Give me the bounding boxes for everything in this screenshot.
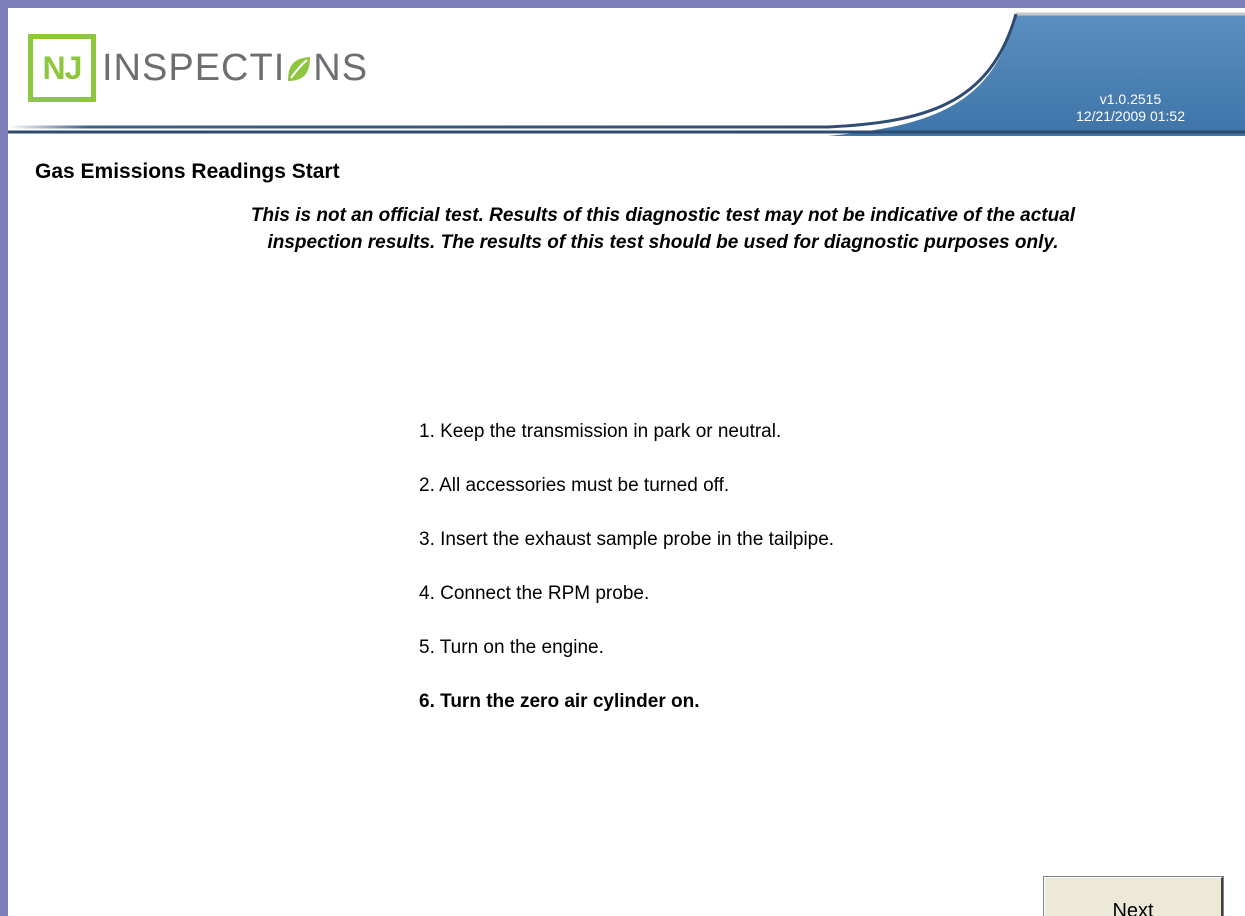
session-datetime: 12/21/2009 01:52 bbox=[1076, 108, 1185, 124]
nj-inspections-logo: NJ INSPECTI NS bbox=[28, 31, 368, 105]
header-banner: NJ INSPECTI NS v1.0.2515 12/21/2009 01:5… bbox=[8, 8, 1245, 136]
step-item: 4. Connect the RPM probe. bbox=[419, 583, 650, 604]
logo-nj-text: NJ bbox=[42, 49, 83, 86]
version-number: v1.0.2515 bbox=[1099, 91, 1162, 107]
instruction-steps: 1. Keep the transmission in park or neut… bbox=[419, 417, 834, 741]
leaf-icon bbox=[288, 57, 311, 81]
version-info: v1.0.2515 12/21/2009 01:52 bbox=[1076, 91, 1185, 125]
logo-wordmark: INSPECTI NS bbox=[102, 47, 368, 90]
page-title: Gas Emissions Readings Start bbox=[35, 160, 340, 183]
step-item: 2. All accessories must be turned off. bbox=[419, 475, 730, 496]
logo-text-before: INSPECTI bbox=[102, 46, 286, 89]
step-item: 1. Keep the transmission in park or neut… bbox=[419, 421, 782, 442]
logo-nj-box: NJ bbox=[28, 34, 96, 102]
disclaimer-text: This is not an official test. Results of… bbox=[250, 205, 1076, 253]
next-button[interactable]: Next bbox=[1043, 876, 1224, 916]
app-window: NJ INSPECTI NS v1.0.2515 12/21/2009 01:5… bbox=[0, 0, 1245, 916]
step-item-current: 6. Turn the zero air cylinder on. bbox=[419, 691, 700, 712]
step-item: 3. Insert the exhaust sample probe in th… bbox=[419, 529, 835, 550]
step-item: 5. Turn on the engine. bbox=[419, 637, 604, 658]
logo-text-after: NS bbox=[313, 46, 369, 89]
